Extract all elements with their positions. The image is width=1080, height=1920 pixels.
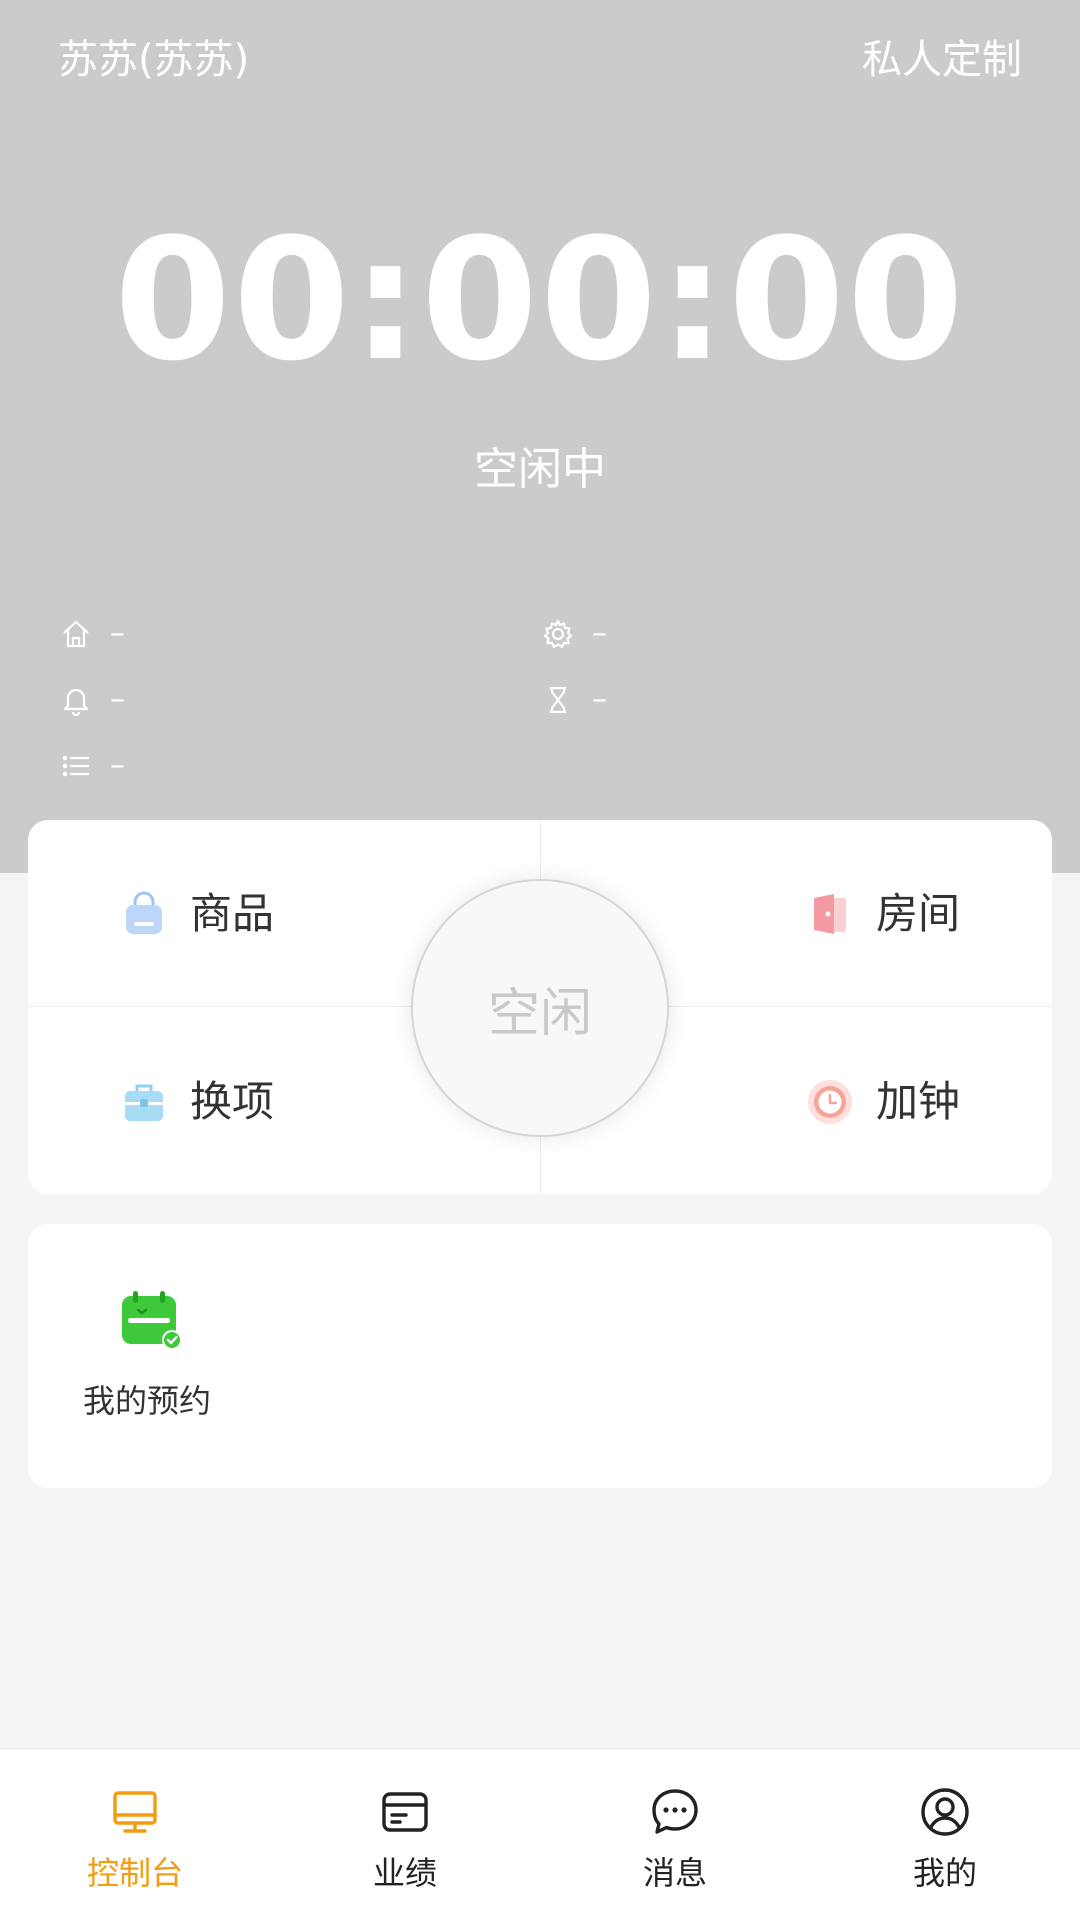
list-icon [62,755,90,777]
bottom-tabbar: 控制台 业绩 消息 我的 [0,1748,1080,1920]
goods-button[interactable]: 商品 [120,884,274,944]
switch-item-label: 换项 [190,1077,275,1126]
monitor-icon [113,1791,157,1833]
tab-messages[interactable]: 消息 [540,1749,810,1920]
add-time-label: 加钟 [876,1077,961,1126]
goods-label: 商品 [190,889,275,938]
hourglass-icon [550,686,566,714]
info-duration: – [542,680,607,720]
info-notice-value: – [110,682,125,717]
home-icon [63,620,89,648]
tab-console[interactable]: 控制台 [0,1749,270,1920]
status-circle-label: 空闲 [487,983,592,1044]
user-circle-icon [921,1788,969,1836]
app-page: 苏苏(苏苏) 私人定制 00:00:00 空闲中 – – – – – 商品 房间… [0,0,1080,1920]
shopping-bag-icon [126,891,162,934]
booking-card: 我的预约 [28,1224,1052,1488]
status-header: 苏苏(苏苏) 私人定制 00:00:00 空闲中 – – – – – [0,0,1080,873]
info-list: – [60,746,125,786]
tab-console-label: 控制台 [86,1854,183,1892]
calendar-check-icon[interactable] [120,1288,184,1352]
tab-profile[interactable]: 我的 [810,1749,1080,1920]
tab-profile-label: 我的 [912,1854,977,1892]
info-setting-value: – [592,616,607,651]
switch-item-button[interactable]: 换项 [120,1072,274,1132]
tab-messages-label: 消息 [642,1854,707,1892]
service-timer: 00:00:00 [114,202,966,398]
info-notice: – [60,680,125,720]
toolbox-icon [125,1084,163,1121]
info-list-value: – [110,748,125,783]
status-circle-button[interactable]: 空闲 [411,879,669,1137]
user-name: 苏苏(苏苏) [58,37,250,83]
clock-icon [808,1080,852,1124]
info-room: – [60,614,125,654]
bell-icon [63,688,89,716]
gear-icon [543,619,573,649]
booking-label[interactable]: 我的预约 [83,1376,211,1426]
card-icon [382,1792,428,1832]
tab-performance[interactable]: 业绩 [270,1749,540,1920]
tab-performance-label: 业绩 [372,1854,437,1892]
status-text: 空闲中 [474,444,606,495]
add-time-button[interactable]: 加钟 [806,1072,960,1132]
private-custom-link[interactable]: 私人定制 [862,30,1022,90]
info-room-value: – [110,616,125,651]
room-button[interactable]: 房间 [806,884,960,944]
info-setting: – [542,614,607,654]
chat-icon [652,1789,698,1834]
door-icon [814,894,846,934]
room-label: 房间 [876,889,961,938]
info-duration-value: – [592,682,607,717]
